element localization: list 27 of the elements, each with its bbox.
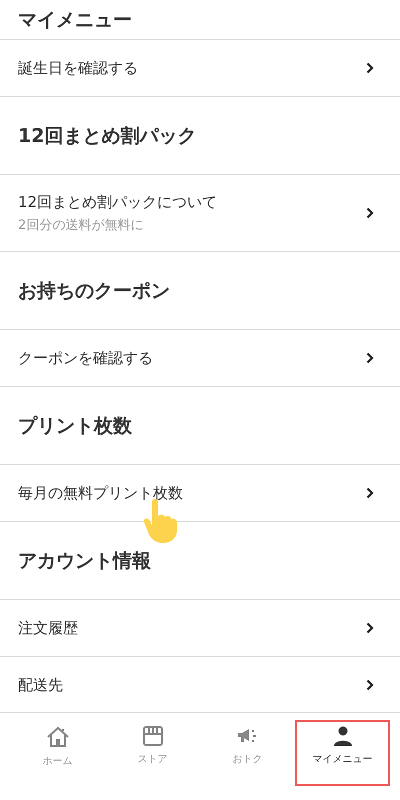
menu-row[interactable]: 注文履歴	[0, 600, 400, 656]
menu-row[interactable]: 誕生日を確認する	[0, 40, 400, 96]
tab[interactable]: マイメニュー	[295, 720, 390, 786]
chevron-right-icon	[366, 207, 374, 219]
menu-row[interactable]: 12回まとめ割パックについて 2回分の送料が無料に	[0, 175, 400, 251]
home-icon	[46, 726, 70, 748]
section-heading: 12回まとめ割パック	[0, 97, 400, 175]
row-label: 誕生日を確認する	[18, 58, 139, 78]
chevron-right-icon	[366, 679, 374, 691]
person-icon	[332, 726, 352, 746]
chevron-right-icon	[366, 487, 374, 499]
row-label: 毎月の無料プリント枚数	[18, 484, 184, 502]
section-heading: お持ちのクーポン	[0, 252, 400, 330]
row-label: 注文履歴	[18, 618, 79, 638]
menu-row[interactable]: 配送先	[0, 657, 400, 712]
menu-row[interactable]: クーポンを確認する	[0, 330, 400, 386]
section-heading: マイメニュー	[0, 0, 400, 40]
row-label: クーポンを確認する	[18, 348, 154, 368]
row-label: 配送先	[18, 676, 64, 694]
chevron-right-icon	[366, 62, 374, 74]
menu-row[interactable]: 毎月の無料プリント枚数	[0, 465, 400, 521]
chevron-right-icon	[366, 622, 374, 634]
chevron-right-icon	[366, 352, 374, 364]
row-label: 12回まとめ割パックについて	[18, 192, 218, 212]
section-heading: プリント枚数	[0, 387, 400, 465]
row-subtitle: 2回分の送料が無料に	[18, 216, 144, 234]
store-icon	[142, 726, 164, 746]
